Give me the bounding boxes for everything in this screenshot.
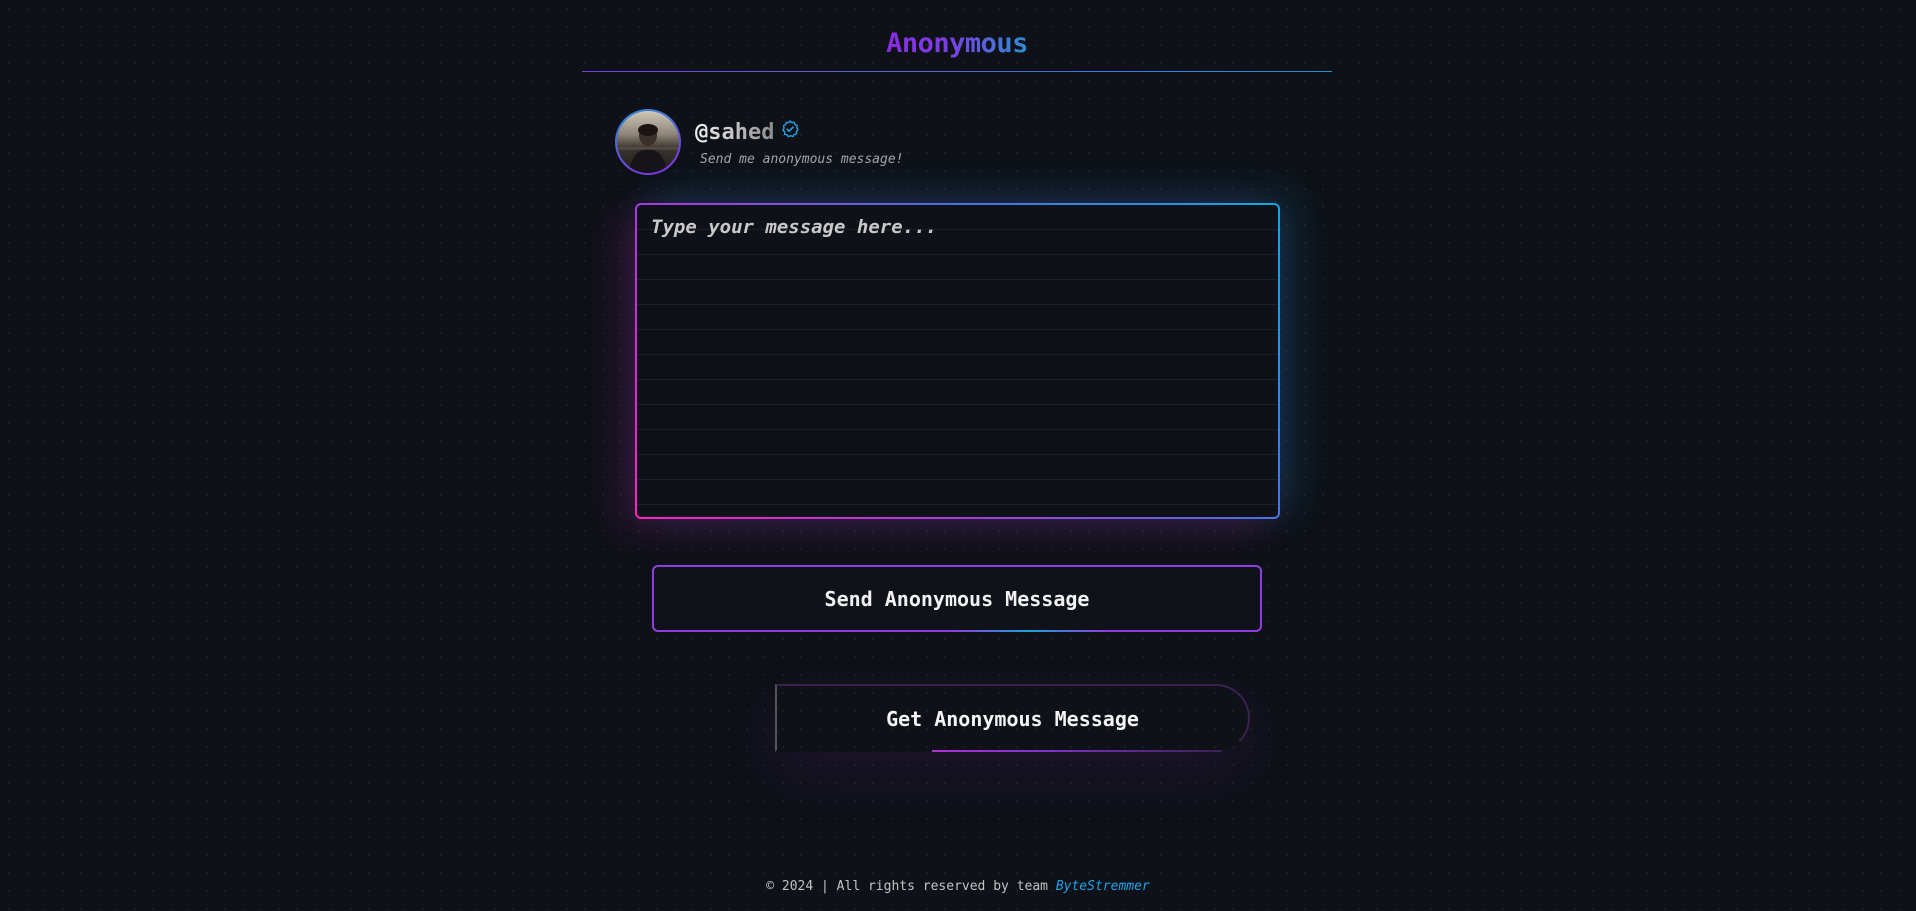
app-header: Anonymous	[582, 22, 1332, 72]
footer-team-link[interactable]: ByteStremmer	[1056, 879, 1150, 894]
profile-tagline: Send me anonymous message!	[700, 152, 904, 167]
verified-badge-icon	[782, 120, 800, 138]
username: @sahed	[695, 119, 775, 145]
send-button-accent	[954, 630, 1104, 632]
footer-copyright: © 2024 | All rights reserved by team	[766, 879, 1048, 894]
profile-section: @sahed Send me anonymous message!	[615, 109, 1035, 177]
message-input[interactable]	[637, 205, 1278, 517]
site-title: Anonymous	[886, 28, 1028, 59]
get-anonymous-message-button[interactable]: Get Anonymous Message	[775, 684, 1250, 752]
footer: © 2024 | All rights reserved by team Byt…	[0, 879, 1916, 894]
avatar	[615, 109, 681, 175]
avatar-portrait-icon	[617, 124, 679, 173]
get-button-label: Get Anonymous Message	[886, 707, 1139, 731]
send-button-label: Send Anonymous Message	[824, 587, 1090, 611]
avatar-photo	[617, 111, 679, 173]
header-divider	[582, 71, 1332, 72]
username-row: @sahed	[695, 117, 800, 147]
get-button-accent	[932, 750, 1222, 752]
message-box	[635, 203, 1280, 519]
send-anonymous-message-button[interactable]: Send Anonymous Message	[652, 565, 1262, 632]
